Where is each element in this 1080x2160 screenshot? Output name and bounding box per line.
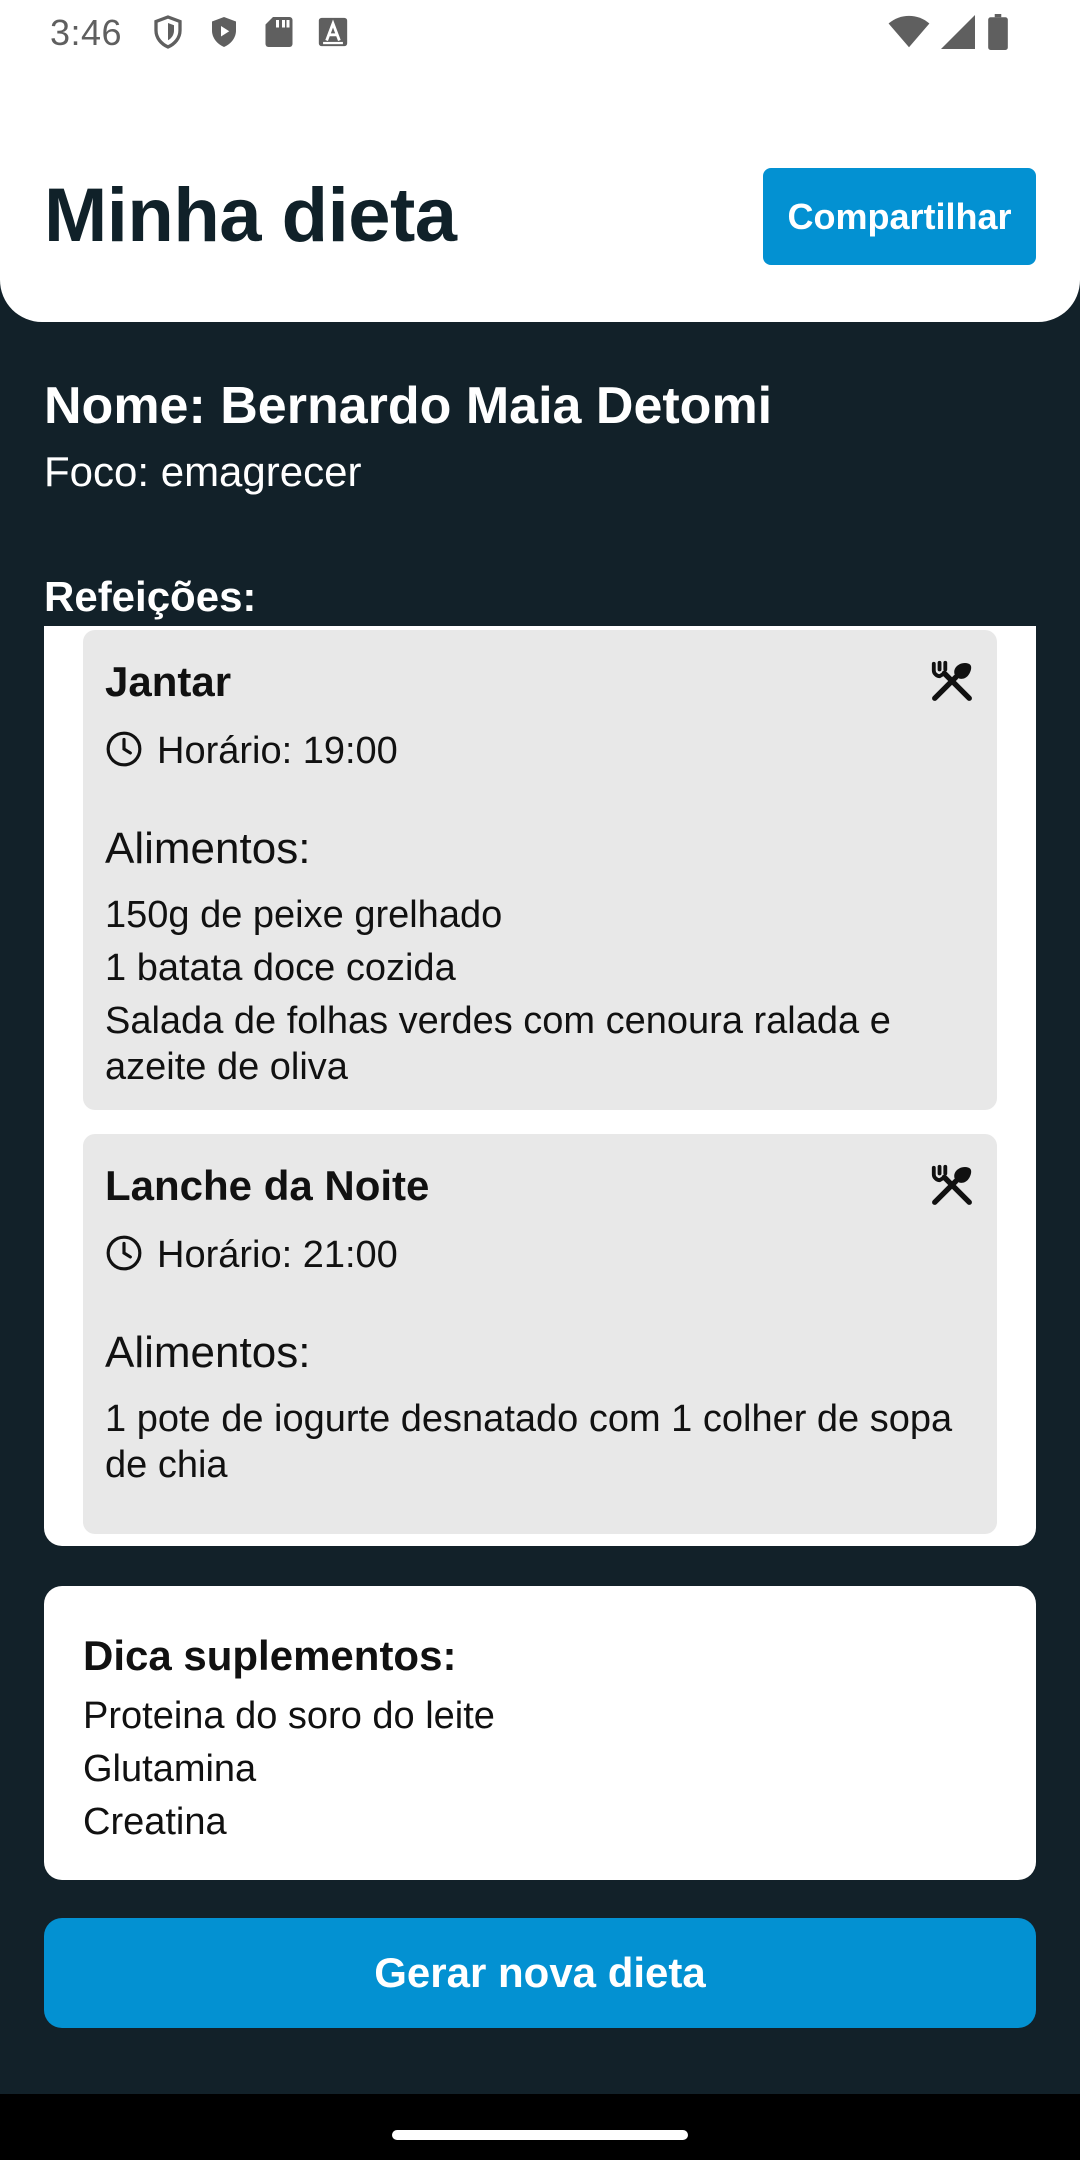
- battery-icon: [986, 14, 1010, 50]
- share-button[interactable]: Compartilhar: [763, 168, 1036, 265]
- food-item: 150g de peixe grelhado: [105, 894, 503, 936]
- font-a-icon: [316, 15, 350, 49]
- food-item: Salada de folhas verdes com cenoura rala…: [105, 1000, 891, 1088]
- play-protect-icon: [206, 14, 242, 50]
- supplements-list: Proteina do soro do leite Glutamina Crea…: [83, 1690, 495, 1849]
- supplement-item: Creatina: [83, 1801, 227, 1843]
- utensils-crossed-icon[interactable]: [929, 658, 975, 704]
- meal-card[interactable]: Lanche da Noite Horário: 21:00 Alimentos…: [83, 1134, 997, 1534]
- status-icons-left: [150, 14, 350, 50]
- meal-time-row: Horário: 21:00: [105, 1234, 398, 1277]
- cellular-signal-icon: [940, 15, 976, 49]
- supplement-item: Proteina do soro do leite: [83, 1695, 495, 1737]
- food-item: 1 batata doce cozida: [105, 947, 456, 989]
- supplements-title: Dica suplementos:: [83, 1632, 457, 1679]
- meal-time: Horário: 21:00: [157, 1234, 398, 1276]
- utensils-crossed-icon[interactable]: [929, 1162, 975, 1208]
- screen: 3:46 Minha dieta Compartilhar Nome: Bern…: [0, 0, 1080, 2160]
- meals-list[interactable]: Jantar Horário: 19:00 Alimentos: 150g de…: [44, 626, 1036, 1546]
- foods-title: Alimentos:: [105, 824, 311, 873]
- home-indicator[interactable]: [392, 2130, 688, 2140]
- generate-diet-button[interactable]: Gerar nova dieta: [44, 1918, 1036, 2028]
- food-item: 1 pote de iogurte desnatado com 1 colher…: [105, 1398, 953, 1486]
- foods-list: 150g de peixe grelhado 1 batata doce coz…: [105, 892, 975, 1097]
- meal-name: Lanche da Noite: [105, 1162, 430, 1209]
- page-title: Minha dieta: [44, 173, 457, 258]
- meals-heading: Refeições:: [44, 573, 257, 620]
- profile-name: Nome: Bernardo Maia Detomi: [44, 377, 773, 435]
- meal-name: Jantar: [105, 658, 232, 705]
- meal-time: Horário: 19:00: [157, 730, 398, 772]
- header-sheet: 3:46 Minha dieta Compartilhar: [0, 0, 1080, 322]
- sd-card-icon: [262, 14, 296, 50]
- clock-icon: [105, 730, 143, 773]
- foods-list: 1 pote de iogurte desnatado com 1 colher…: [105, 1396, 975, 1495]
- shield-icon: [150, 14, 186, 50]
- status-icons-right: [888, 14, 1010, 50]
- status-time: 3:46: [50, 12, 123, 53]
- supplement-item: Glutamina: [83, 1748, 257, 1790]
- clock-icon: [105, 1234, 143, 1277]
- meal-time-row: Horário: 19:00: [105, 730, 398, 773]
- profile-focus: Foco: emagrecer: [44, 448, 362, 495]
- wifi-icon: [888, 15, 930, 49]
- status-bar: 3:46: [0, 0, 1080, 66]
- navigation-bar: [0, 2094, 1080, 2160]
- supplements-card: Dica suplementos: Proteina do soro do le…: [44, 1586, 1036, 1880]
- foods-title: Alimentos:: [105, 1328, 311, 1377]
- meal-card[interactable]: Jantar Horário: 19:00 Alimentos: 150g de…: [83, 630, 997, 1110]
